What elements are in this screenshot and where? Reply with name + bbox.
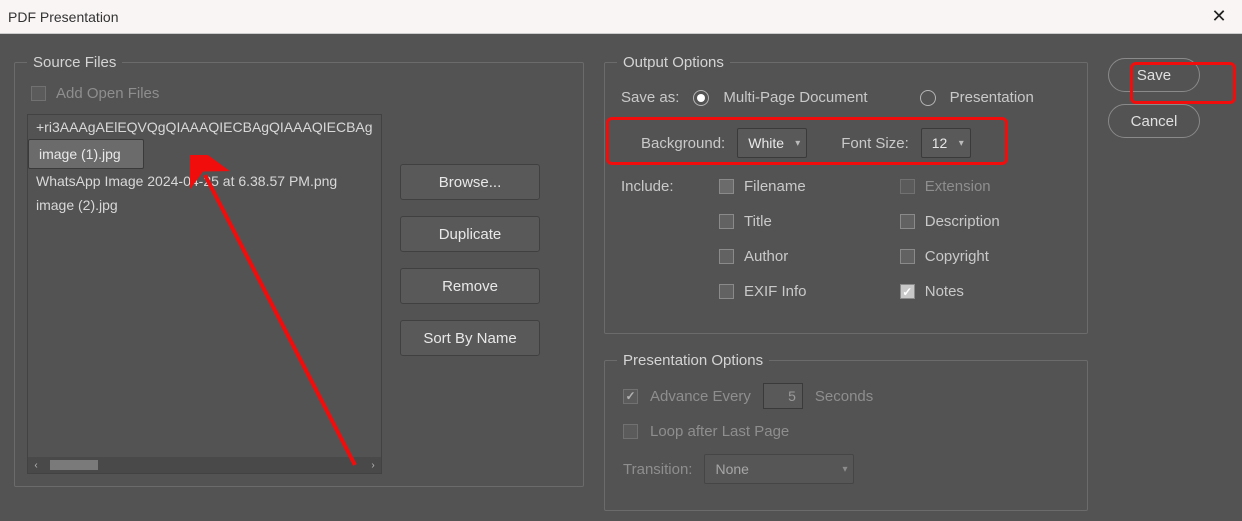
title-bar: PDF Presentation ✕ — [0, 0, 1242, 34]
file-list[interactable]: +ri3AAAgAElEQVQgQIAAAQIECBAgQIAAAQIECBAg… — [27, 114, 382, 474]
copyright-label: Copyright — [925, 248, 989, 265]
notes-checkbox[interactable] — [900, 284, 915, 299]
duplicate-button[interactable]: Duplicate — [400, 216, 540, 252]
transition-value: None — [715, 461, 748, 477]
chevron-down-icon: ▾ — [842, 464, 847, 475]
notes-label: Notes — [925, 283, 964, 300]
font-size-label: Font Size: — [841, 135, 909, 152]
save-as-label: Save as: — [621, 89, 679, 106]
description-checkbox[interactable] — [900, 214, 915, 229]
filename-label: Filename — [744, 178, 806, 195]
filename-checkbox[interactable] — [719, 179, 734, 194]
include-label: Include: — [621, 178, 701, 195]
exif-label: EXIF Info — [744, 283, 807, 300]
save-button[interactable]: Save — [1108, 58, 1200, 92]
extension-checkbox[interactable] — [900, 179, 915, 194]
multi-page-radio[interactable] — [693, 90, 709, 106]
scroll-right-icon[interactable]: › — [365, 457, 381, 473]
loop-checkbox[interactable] — [623, 424, 638, 439]
list-item[interactable]: WhatsApp Image 2024-04-25 at 6.38.57 PM.… — [28, 169, 381, 193]
source-files-legend: Source Files — [27, 54, 122, 71]
remove-button[interactable]: Remove — [400, 268, 540, 304]
background-select[interactable]: White ▾ — [737, 128, 807, 158]
advance-every-checkbox[interactable] — [623, 389, 638, 404]
sort-by-name-button[interactable]: Sort By Name — [400, 320, 540, 356]
list-item[interactable]: +ri3AAAgAElEQVQgQIAAAQIECBAgQIAAAQIECBAg — [28, 115, 381, 139]
horizontal-scrollbar[interactable]: ‹ › — [28, 457, 381, 473]
background-value: White — [748, 135, 784, 151]
cancel-button[interactable]: Cancel — [1108, 104, 1200, 138]
author-checkbox[interactable] — [719, 249, 734, 264]
loop-label: Loop after Last Page — [650, 423, 789, 440]
title-checkbox[interactable] — [719, 214, 734, 229]
copyright-checkbox[interactable] — [900, 249, 915, 264]
seconds-label: Seconds — [815, 388, 873, 405]
title-opt-label: Title — [744, 213, 772, 230]
source-files-group: Source Files Add Open Files +ri3AAAgAElE… — [14, 54, 584, 487]
add-open-files-label: Add Open Files — [56, 85, 159, 102]
list-item[interactable]: image (2).jpg — [28, 193, 381, 217]
chevron-down-icon: ▾ — [795, 138, 800, 149]
window-title: PDF Presentation — [8, 9, 119, 25]
main-area: Source Files Add Open Files +ri3AAAgAElE… — [0, 34, 1242, 521]
multi-page-label: Multi-Page Document — [723, 89, 867, 106]
background-label: Background: — [641, 135, 725, 152]
presentation-options-legend: Presentation Options — [617, 352, 769, 369]
description-label: Description — [925, 213, 1000, 230]
exif-checkbox[interactable] — [719, 284, 734, 299]
output-options-group: Output Options Save as: Multi-Page Docum… — [604, 54, 1088, 334]
presentation-radio[interactable] — [920, 90, 936, 106]
font-size-select[interactable]: 12 ▾ — [921, 128, 971, 158]
advance-every-label: Advance Every — [650, 388, 751, 405]
browse-button[interactable]: Browse... — [400, 164, 540, 200]
add-open-files-checkbox[interactable] — [31, 86, 46, 101]
scroll-thumb[interactable] — [50, 460, 98, 470]
transition-select[interactable]: None ▾ — [704, 454, 854, 484]
chevron-down-icon: ▾ — [959, 138, 964, 149]
presentation-radio-label: Presentation — [950, 89, 1034, 106]
presentation-options-group: Presentation Options Advance Every 5 Sec… — [604, 352, 1088, 511]
author-label: Author — [744, 248, 788, 265]
close-icon[interactable]: ✕ — [1208, 6, 1230, 28]
output-options-legend: Output Options — [617, 54, 730, 71]
advance-seconds-input[interactable]: 5 — [763, 383, 803, 409]
extension-label: Extension — [925, 178, 991, 195]
list-item[interactable]: image (1).jpg — [28, 139, 144, 169]
transition-label: Transition: — [623, 461, 692, 478]
font-size-value: 12 — [932, 135, 948, 151]
scroll-left-icon[interactable]: ‹ — [28, 457, 44, 473]
